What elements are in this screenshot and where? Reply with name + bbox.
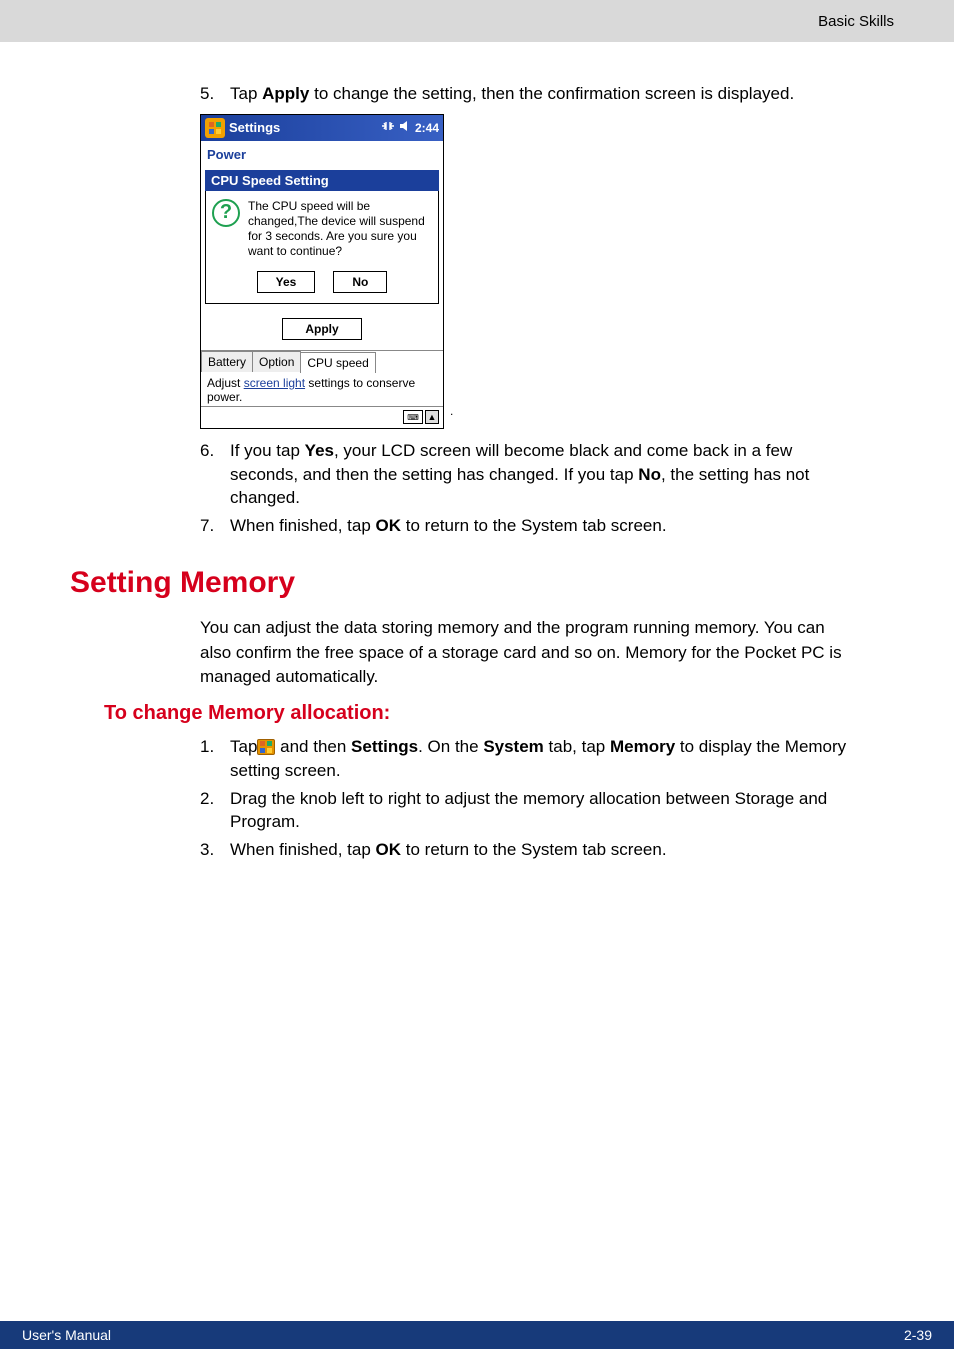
yes-button[interactable]: Yes <box>257 271 316 293</box>
bold-text: System <box>483 737 543 756</box>
titlebar-title: Settings <box>229 120 280 135</box>
device-titlebar: Settings 2:44 <box>201 115 443 141</box>
apply-button[interactable]: Apply <box>282 318 361 340</box>
footer-left: User's Manual <box>22 1327 111 1343</box>
tab-battery[interactable]: Battery <box>201 351 253 372</box>
dialog-title: CPU Speed Setting <box>205 170 439 191</box>
speaker-icon[interactable] <box>399 120 411 135</box>
list-item: 7.When finished, tap OK to return to the… <box>200 514 854 538</box>
hint-pre: Adjust <box>207 376 244 390</box>
bold-text: Memory <box>610 737 675 756</box>
list-number: 2. <box>200 787 230 835</box>
question-icon: ? <box>212 199 240 227</box>
page-content: 5.Tap Apply to change the setting, then … <box>0 42 954 862</box>
step-list-mid: 6.If you tap Yes, your LCD screen will b… <box>200 439 854 538</box>
intro-paragraph: You can adjust the data storing memory a… <box>200 616 854 690</box>
bold-text: Yes <box>305 441 334 460</box>
device-bottombar: ⌨ ▲ <box>201 406 443 428</box>
breadcrumb: Basic Skills <box>818 13 894 30</box>
bold-text: OK <box>376 516 402 535</box>
list-item: 5.Tap Apply to change the setting, then … <box>200 82 854 106</box>
hint-text: Adjust screen light settings to conserve… <box>201 372 443 406</box>
list-number: 3. <box>200 838 230 862</box>
dialog-body: ? The CPU speed will be changed,The devi… <box>205 191 439 304</box>
status-icons: 2:44 <box>381 120 439 135</box>
step-list-top: 5.Tap Apply to change the setting, then … <box>200 82 854 106</box>
heading-change-allocation: To change Memory allocation: <box>104 702 884 725</box>
keyboard-icon[interactable]: ⌨ <box>403 410 423 424</box>
list-number: 1. <box>200 735 230 783</box>
list-text: When finished, tap OK to return to the S… <box>230 838 854 862</box>
start-icon[interactable] <box>257 739 275 755</box>
list-text: When finished, tap OK to return to the S… <box>230 514 854 538</box>
tab-option[interactable]: Option <box>252 351 301 372</box>
bold-text: OK <box>376 840 402 859</box>
list-item: 1.Tap and then Settings. On the System t… <box>200 735 854 783</box>
device-screenshot: Settings 2:44 Power CPU Speed Setting ? … <box>200 114 444 429</box>
screen-light-link[interactable]: screen light <box>244 376 305 390</box>
dialog-message: The CPU speed will be changed,The device… <box>248 199 432 259</box>
list-text: Tap Apply to change the setting, then th… <box>230 82 854 106</box>
bold-text: No <box>638 465 661 484</box>
bold-text: Apply <box>262 84 309 103</box>
no-button[interactable]: No <box>333 271 387 293</box>
list-item: 2.Drag the knob left to right to adjust … <box>200 787 854 835</box>
page-header: Basic Skills <box>0 0 954 42</box>
step-list-bottom: 1.Tap and then Settings. On the System t… <box>200 735 854 862</box>
start-icon[interactable] <box>205 118 225 138</box>
connectivity-icon[interactable] <box>381 120 395 135</box>
list-text: If you tap Yes, your LCD screen will bec… <box>230 439 854 510</box>
list-text: Tap and then Settings. On the System tab… <box>230 735 854 783</box>
page-footer: User's Manual 2-39 <box>0 1321 954 1349</box>
clock-time[interactable]: 2:44 <box>415 121 439 135</box>
section-label: Power <box>201 141 443 170</box>
list-text: Drag the knob left to right to adjust th… <box>230 787 854 835</box>
stray-dot: . <box>450 404 453 418</box>
footer-right: 2-39 <box>904 1327 932 1343</box>
list-number: 6. <box>200 439 230 510</box>
up-arrow-icon[interactable]: ▲ <box>425 410 439 424</box>
heading-setting-memory: Setting Memory <box>70 566 884 600</box>
list-number: 5. <box>200 82 230 106</box>
tab-bar: BatteryOptionCPU speed <box>201 350 443 372</box>
list-number: 7. <box>200 514 230 538</box>
tab-cpu-speed[interactable]: CPU speed <box>300 352 375 373</box>
bold-text: Settings <box>351 737 418 756</box>
list-item: 6.If you tap Yes, your LCD screen will b… <box>200 439 854 510</box>
list-item: 3.When finished, tap OK to return to the… <box>200 838 854 862</box>
